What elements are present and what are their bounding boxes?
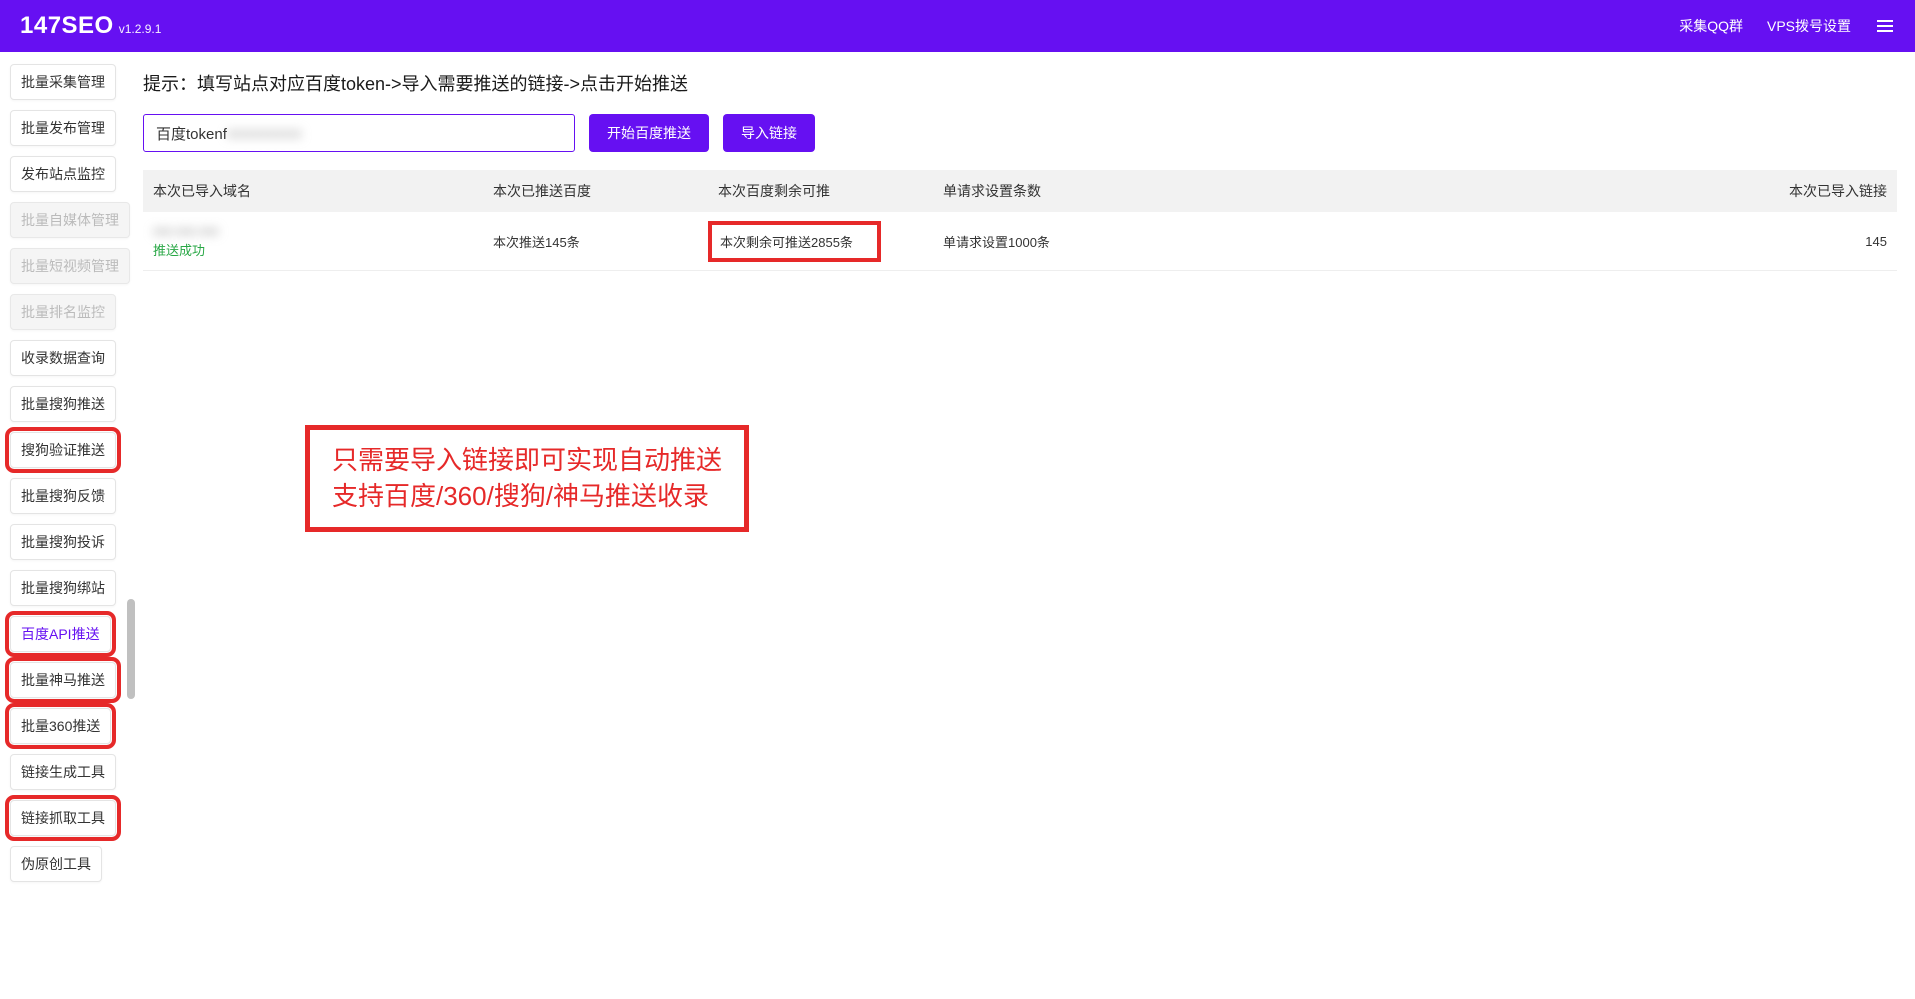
sidebar-item-0[interactable]: 批量采集管理 [10, 64, 116, 100]
sidebar-item-11[interactable]: 批量搜狗绑站 [10, 570, 116, 606]
annotation-line2: 支持百度/360/搜狗/神马推送收录 [332, 478, 722, 514]
col-pushed: 本次已推送百度 [483, 170, 708, 212]
baidu-token-input[interactable]: 百度tokenfxxxxxxxxxx [143, 114, 575, 152]
annotation-line1: 只需要导入链接即可实现自动推送 [332, 442, 722, 478]
sidebar-item-12[interactable]: 百度API推送 [10, 616, 111, 652]
cell-imported: 145 [1433, 212, 1897, 271]
cell-remaining: 本次剩余可推送2855条 [708, 212, 933, 271]
col-imported: 本次已导入链接 [1433, 170, 1897, 212]
app-header: 147SEO v1.2.9.1 采集QQ群 VPS拨号设置 [0, 0, 1915, 52]
start-baidu-push-button[interactable]: 开始百度推送 [589, 114, 709, 152]
remaining-highlight: 本次剩余可推送2855条 [708, 221, 881, 262]
col-remaining: 本次百度剩余可推 [708, 170, 933, 212]
table-header-row: 本次已导入域名 本次已推送百度 本次百度剩余可推 单请求设置条数 本次已导入链接 [143, 170, 1897, 212]
import-links-button[interactable]: 导入链接 [723, 114, 815, 152]
header-actions: 采集QQ群 VPS拨号设置 [1679, 16, 1895, 36]
qq-group-link[interactable]: 采集QQ群 [1679, 16, 1743, 36]
token-blur: xxxxxxxxxx [227, 125, 302, 142]
token-prefix: 百度tokenf [156, 123, 227, 144]
sidebar-item-10[interactable]: 批量搜狗投诉 [10, 524, 116, 560]
push-status-table: 本次已导入域名 本次已推送百度 本次百度剩余可推 单请求设置条数 本次已导入链接… [143, 170, 1897, 271]
sidebar-item-8[interactable]: 搜狗验证推送 [10, 432, 116, 468]
col-per-request: 单请求设置条数 [933, 170, 1433, 212]
cell-domain: xxx.xxx.xxx 推送成功 [143, 212, 483, 271]
sidebar-item-5: 批量排名监控 [10, 294, 116, 330]
sidebar-item-13[interactable]: 批量神马推送 [10, 662, 116, 698]
domain-text: xxx.xxx.xxx [153, 223, 473, 238]
main-content: 提示：填写站点对应百度token->导入需要推送的链接->点击开始推送 百度to… [135, 52, 1915, 894]
vps-settings-link[interactable]: VPS拨号设置 [1767, 16, 1851, 36]
app-title: 147SEO [20, 12, 114, 40]
sidebar-item-4: 批量短视频管理 [10, 248, 130, 284]
table-row: xxx.xxx.xxx 推送成功 本次推送145条 本次剩余可推送2855条 单… [143, 212, 1897, 271]
push-success-label: 推送成功 [153, 240, 473, 259]
sidebar-scrollbar[interactable] [127, 599, 135, 699]
input-row: 百度tokenfxxxxxxxxxx 开始百度推送 导入链接 [143, 114, 1897, 152]
sidebar-item-17[interactable]: 伪原创工具 [10, 846, 102, 882]
tip-text: 提示：填写站点对应百度token->导入需要推送的链接->点击开始推送 [143, 70, 1897, 96]
sidebar-item-3: 批量自媒体管理 [10, 202, 130, 238]
cell-pushed: 本次推送145条 [483, 212, 708, 271]
sidebar-item-2[interactable]: 发布站点监控 [10, 156, 116, 192]
sidebar-nav: 批量采集管理批量发布管理发布站点监控批量自媒体管理批量短视频管理批量排名监控收录… [0, 52, 135, 894]
col-domain: 本次已导入域名 [143, 170, 483, 212]
annotation-overlay: 只需要导入链接即可实现自动推送 支持百度/360/搜狗/神马推送收录 [305, 425, 749, 532]
sidebar-item-7[interactable]: 批量搜狗推送 [10, 386, 116, 422]
sidebar-item-14[interactable]: 批量360推送 [10, 708, 111, 744]
cell-per-request: 单请求设置1000条 [933, 212, 1433, 271]
app-version: v1.2.9.1 [119, 22, 162, 36]
sidebar-item-1[interactable]: 批量发布管理 [10, 110, 116, 146]
header-brand: 147SEO v1.2.9.1 [20, 12, 161, 40]
sidebar-item-6[interactable]: 收录数据查询 [10, 340, 116, 376]
hamburger-menu-icon[interactable] [1875, 18, 1895, 34]
sidebar-item-16[interactable]: 链接抓取工具 [10, 800, 116, 836]
sidebar-item-9[interactable]: 批量搜狗反馈 [10, 478, 116, 514]
sidebar-item-15[interactable]: 链接生成工具 [10, 754, 116, 790]
